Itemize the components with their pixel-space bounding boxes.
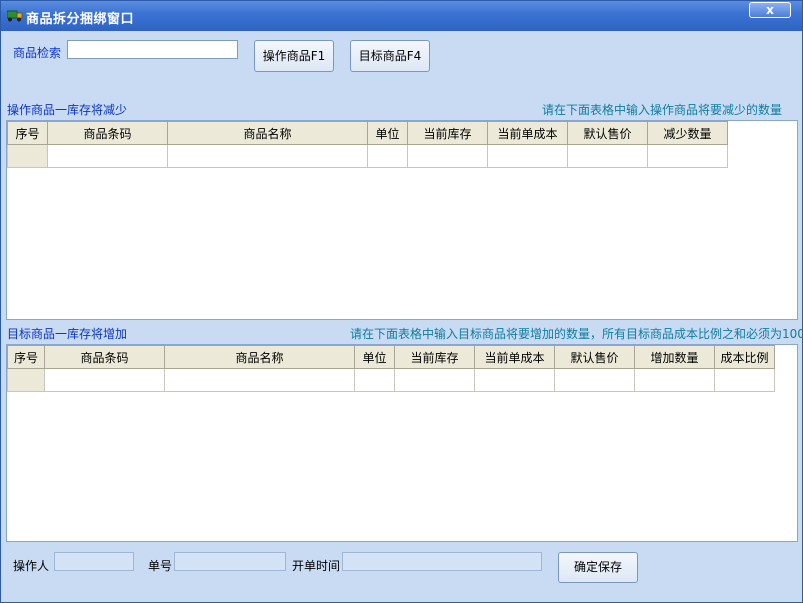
target-goods-button[interactable]: 目标商品F4 bbox=[350, 40, 430, 72]
table-cell[interactable] bbox=[554, 368, 635, 392]
table-header-row: 序号 商品条码 商品名称 单位 当前库存 当前单成本 默认售价 减少数量 bbox=[7, 121, 728, 145]
search-label: 商品检索 bbox=[13, 46, 62, 60]
column-header[interactable]: 当前库存 bbox=[407, 121, 488, 145]
target-section-hint: 请在下面表格中输入目标商品将要增加的数量，所有目标商品成本比例之和必须为100 bbox=[350, 327, 803, 341]
table-cell[interactable] bbox=[474, 368, 555, 392]
column-header[interactable]: 商品条码 bbox=[44, 345, 165, 369]
column-header[interactable]: 默认售价 bbox=[567, 121, 648, 145]
column-header[interactable]: 商品条码 bbox=[47, 121, 168, 145]
column-header[interactable]: 增加数量 bbox=[634, 345, 715, 369]
open-time-label: 开单时间 bbox=[292, 559, 341, 573]
table-cell[interactable] bbox=[714, 368, 775, 392]
operator-field[interactable] bbox=[54, 552, 134, 571]
column-header[interactable]: 商品名称 bbox=[167, 121, 368, 145]
close-button[interactable]: x bbox=[749, 2, 791, 18]
table-cell[interactable] bbox=[44, 368, 165, 392]
app-truck-icon bbox=[7, 10, 23, 22]
table-cell[interactable] bbox=[407, 144, 488, 168]
column-header[interactable]: 当前单成本 bbox=[487, 121, 568, 145]
op-goods-table: 序号 商品条码 商品名称 单位 当前库存 当前单成本 默认售价 减少数量 bbox=[7, 121, 728, 168]
column-header[interactable]: 商品名称 bbox=[164, 345, 355, 369]
title-bar[interactable]: 商品拆分捆绑窗口 x bbox=[1, 1, 802, 31]
open-time-field[interactable] bbox=[342, 552, 542, 571]
table-cell[interactable] bbox=[167, 144, 368, 168]
column-header[interactable]: 单位 bbox=[367, 121, 408, 145]
operator-label: 操作人 bbox=[13, 559, 50, 573]
table-row bbox=[7, 368, 775, 392]
table-cell[interactable] bbox=[367, 144, 408, 168]
op-section-title: 操作商品一库存将减少 bbox=[7, 103, 128, 117]
target-goods-table: 序号 商品条码 商品名称 单位 当前库存 当前单成本 默认售价 增加数量 成本比… bbox=[7, 345, 775, 392]
order-no-label: 单号 bbox=[148, 559, 173, 573]
row-header-cell[interactable] bbox=[7, 144, 48, 168]
op-section-hint: 请在下面表格中输入操作商品将要减少的数量 bbox=[542, 103, 783, 117]
row-header-cell[interactable] bbox=[7, 368, 45, 392]
table-row bbox=[7, 144, 728, 168]
table-cell[interactable] bbox=[47, 144, 168, 168]
column-header[interactable]: 序号 bbox=[7, 121, 48, 145]
table-cell[interactable] bbox=[487, 144, 568, 168]
column-header[interactable]: 当前库存 bbox=[394, 345, 475, 369]
column-header[interactable]: 单位 bbox=[354, 345, 395, 369]
column-header[interactable]: 成本比例 bbox=[714, 345, 775, 369]
table-header-row: 序号 商品条码 商品名称 单位 当前库存 当前单成本 默认售价 增加数量 成本比… bbox=[7, 345, 775, 369]
table-cell[interactable] bbox=[647, 144, 728, 168]
table-cell[interactable] bbox=[354, 368, 395, 392]
table-cell[interactable] bbox=[164, 368, 355, 392]
save-button[interactable]: 确定保存 bbox=[558, 552, 638, 583]
split-bundle-window: 商品拆分捆绑窗口 x 商品检索 操作商品F1 目标商品F4 操作商品一库存将减少… bbox=[0, 0, 803, 603]
column-header[interactable]: 当前单成本 bbox=[474, 345, 555, 369]
op-goods-grid[interactable]: 序号 商品条码 商品名称 单位 当前库存 当前单成本 默认售价 减少数量 bbox=[6, 120, 798, 320]
order-no-field[interactable] bbox=[174, 552, 286, 571]
column-header[interactable]: 减少数量 bbox=[647, 121, 728, 145]
window-title: 商品拆分捆绑窗口 bbox=[26, 12, 135, 27]
target-goods-grid[interactable]: 序号 商品条码 商品名称 单位 当前库存 当前单成本 默认售价 增加数量 成本比… bbox=[6, 344, 798, 542]
target-section-title: 目标商品一库存将增加 bbox=[7, 327, 128, 341]
table-cell[interactable] bbox=[567, 144, 648, 168]
column-header[interactable]: 默认售价 bbox=[554, 345, 635, 369]
table-cell[interactable] bbox=[394, 368, 475, 392]
search-input[interactable] bbox=[67, 40, 238, 59]
op-goods-button[interactable]: 操作商品F1 bbox=[254, 40, 334, 72]
column-header[interactable]: 序号 bbox=[7, 345, 45, 369]
table-cell[interactable] bbox=[634, 368, 715, 392]
